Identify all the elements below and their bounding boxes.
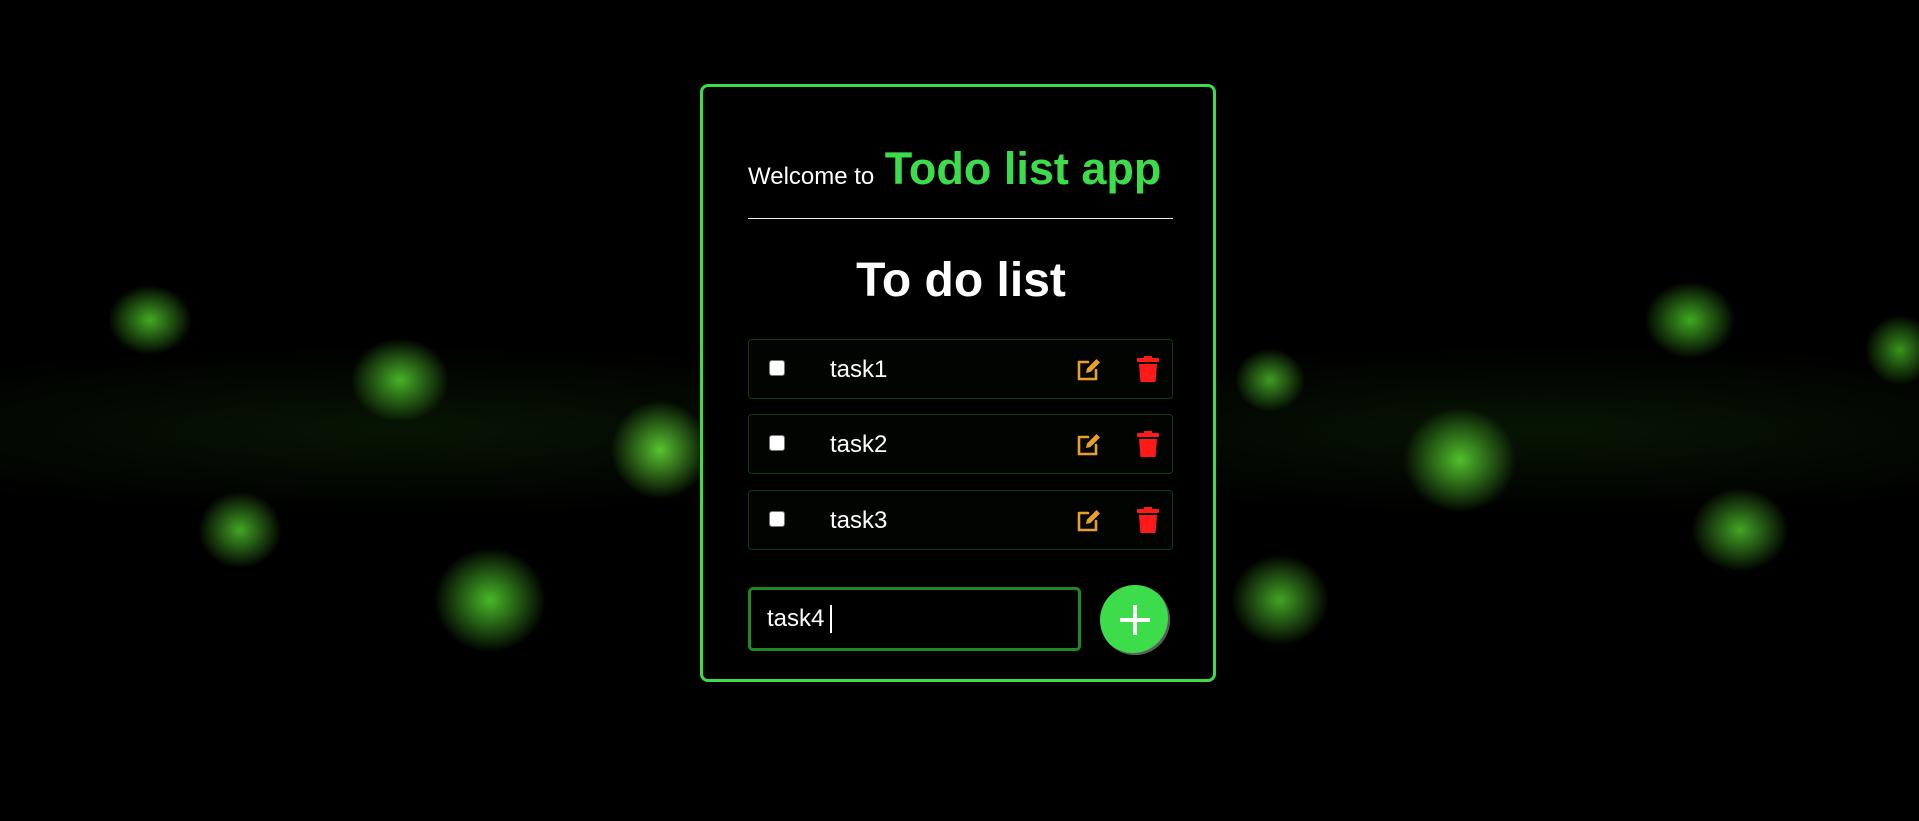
task-item: task1 (748, 339, 1173, 399)
task-checkbox[interactable] (769, 511, 785, 527)
edit-icon[interactable] (1076, 356, 1102, 382)
welcome-prefix: Welcome to (748, 163, 875, 190)
task-item: task3 (748, 490, 1173, 550)
app-name: Todo list app (884, 143, 1162, 194)
task-checkbox[interactable] (769, 360, 785, 376)
task-label: task2 (830, 431, 888, 458)
list-title: To do list (856, 254, 1066, 307)
welcome-heading: Welcome to Todo list app (748, 143, 1161, 195)
add-task-button[interactable] (1100, 585, 1170, 655)
trash-icon[interactable] (1137, 507, 1159, 533)
header-divider (748, 218, 1173, 219)
plus-icon (1120, 605, 1150, 635)
text-caret (830, 605, 832, 633)
trash-icon[interactable] (1137, 356, 1159, 382)
trash-icon[interactable] (1137, 431, 1159, 457)
edit-icon[interactable] (1076, 431, 1102, 457)
task-label: task3 (830, 507, 888, 534)
task-checkbox[interactable] (769, 435, 785, 451)
edit-icon[interactable] (1076, 507, 1102, 533)
todo-card: Welcome to Todo list app To do list task… (700, 84, 1216, 682)
new-task-input[interactable] (748, 587, 1081, 651)
task-item: task2 (748, 414, 1173, 474)
task-label: task1 (830, 356, 888, 383)
